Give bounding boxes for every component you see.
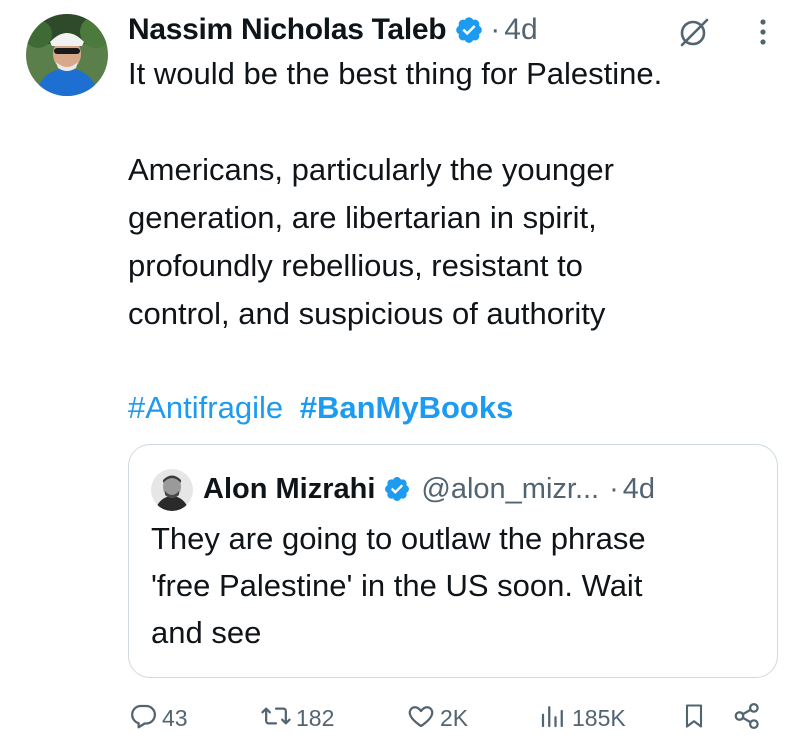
quoted-author-avatar[interactable]: [151, 469, 193, 511]
grok-icon[interactable]: [676, 14, 712, 50]
reply-count: 43: [162, 704, 188, 731]
views-count: 185K: [572, 704, 626, 731]
reply-button[interactable]: 43: [128, 696, 188, 740]
more-vertical-icon[interactable]: [748, 14, 778, 50]
reply-icon: [128, 701, 158, 736]
tweet-paragraph-1: It would be the best thing for Palestine…: [128, 56, 663, 91]
like-count: 2K: [440, 704, 469, 731]
header-separator: ·: [490, 13, 501, 46]
tweet-header: Nassim Nicholas Taleb · 4d: [128, 8, 538, 52]
like-button[interactable]: 2K: [406, 696, 468, 740]
tweet-paragraph-2: Americans, particularly the younger gene…: [128, 152, 614, 331]
quoted-header: Alon Mizrahi @alon_mizr... · 4d: [203, 467, 655, 511]
hashtag-antifragile[interactable]: #Antifragile: [128, 390, 283, 425]
hashtags: #Antifragile #BanMyBooks: [128, 384, 513, 432]
tweet: Nassim Nicholas Taleb · 4d It would be t…: [0, 0, 800, 751]
quoted-author-handle[interactable]: @alon_mizr...: [421, 473, 599, 506]
views-button[interactable]: 185K: [538, 696, 626, 740]
quoted-timestamp[interactable]: 4d: [623, 473, 655, 506]
bookmark-icon: [680, 701, 708, 736]
verified-badge-icon[interactable]: [383, 475, 411, 503]
verified-badge-icon[interactable]: [454, 15, 484, 45]
author-name[interactable]: Nassim Nicholas Taleb: [128, 13, 447, 47]
share-button[interactable]: [732, 696, 762, 740]
repost-icon: [260, 701, 292, 736]
bookmark-button[interactable]: [680, 696, 708, 740]
share-icon: [732, 701, 762, 736]
quoted-text: They are going to outlaw the phrase 'fre…: [151, 521, 646, 650]
repost-button[interactable]: 182: [260, 696, 334, 740]
repost-count: 182: [296, 704, 335, 731]
tweet-timestamp[interactable]: 4d: [504, 13, 537, 47]
quoted-author-name[interactable]: Alon Mizrahi: [203, 473, 375, 506]
heart-icon: [406, 701, 436, 736]
hashtag-banmybooks[interactable]: #BanMyBooks: [300, 390, 514, 425]
quoted-separator: ·: [609, 472, 619, 505]
views-chart-icon: [538, 701, 568, 736]
action-bar: 43 182 2K 185K: [128, 696, 778, 740]
author-avatar[interactable]: [26, 14, 108, 96]
tweet-text: It would be the best thing for Palestine…: [128, 50, 788, 338]
quoted-tweet[interactable]: Alon Mizrahi @alon_mizr... · 4d They are…: [128, 444, 778, 678]
